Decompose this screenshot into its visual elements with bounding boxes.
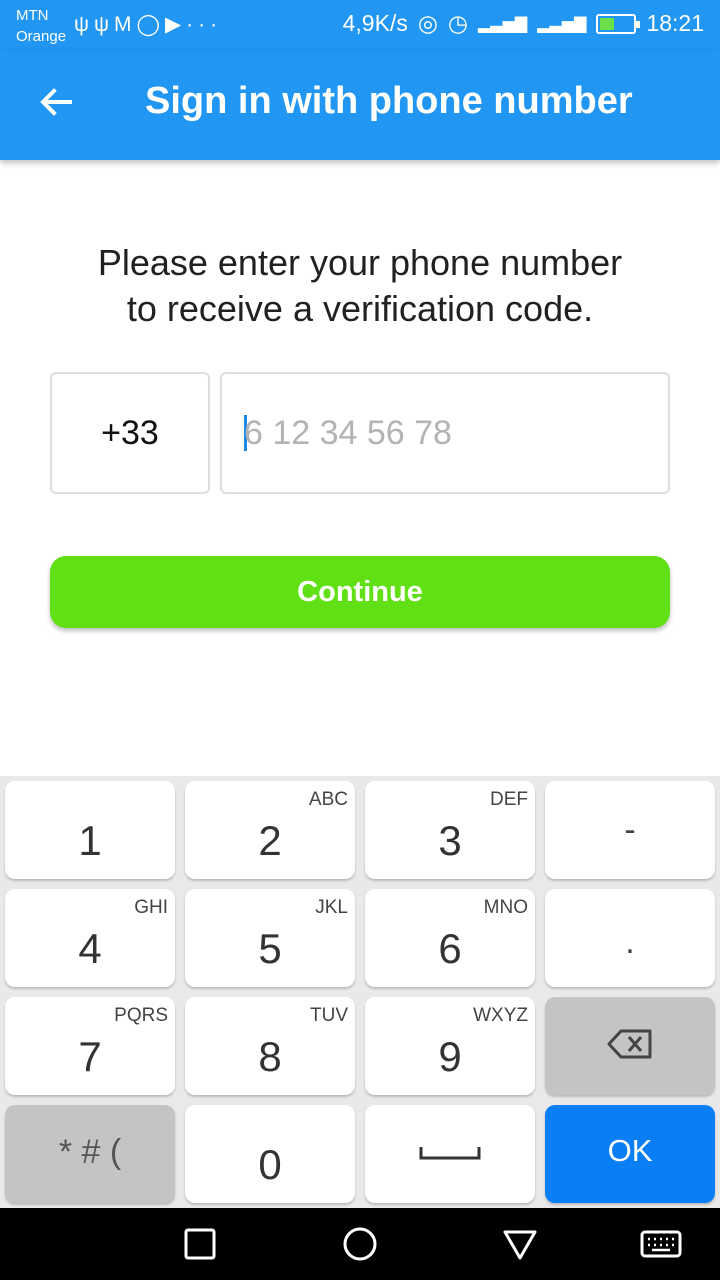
phone-number-input[interactable] [244, 413, 644, 453]
status-right: 4,9K/s ◎ ◷ ▂▃▅▇ ▂▃▅▇ 18:21 [343, 10, 704, 37]
whatsapp-icon: ◯ [136, 13, 165, 36]
phone-number-field[interactable] [220, 372, 670, 494]
notification-icons: ψψM◯▶··· [74, 12, 222, 37]
instruction-line-1: Please enter your phone number [97, 242, 623, 283]
continue-button[interactable]: Continue [50, 556, 670, 628]
key-0[interactable]: 0 [185, 1105, 355, 1203]
usb-icon: ψ [74, 13, 94, 36]
country-code-field[interactable]: +33 [50, 372, 210, 494]
carrier-name-2: Orange [16, 28, 67, 45]
home-circle-icon[interactable] [342, 1226, 378, 1262]
key-1[interactable]: 1 [5, 781, 175, 879]
space-bar-icon [419, 1147, 481, 1160]
key-7[interactable]: PQRS 7 [5, 997, 175, 1095]
hotspot-icon: ◎ [417, 10, 438, 36]
recents-square-icon[interactable] [182, 1226, 218, 1262]
usb-icon: ψ [93, 13, 114, 36]
system-nav-bar [0, 1208, 720, 1280]
carrier-info: MTN Orange [16, 5, 66, 47]
app-bar: Sign in with phone number [0, 50, 720, 160]
instruction-text: Please enter your phone number to receiv… [40, 240, 680, 332]
carrier-name-1: MTN [16, 7, 49, 24]
key-9[interactable]: WXYZ 9 [365, 997, 535, 1095]
numeric-keyboard: 1 ABC 2 DEF 3 - GHI 4 JKL 5 MNO 6 . PQRS… [0, 776, 720, 1208]
gmail-icon: M [113, 13, 137, 36]
key-2[interactable]: ABC 2 [185, 781, 355, 879]
key-4[interactable]: GHI 4 [5, 889, 175, 987]
clock: 18:21 [646, 10, 704, 36]
backspace-key[interactable] [545, 997, 715, 1095]
key-5[interactable]: JKL 5 [185, 889, 355, 987]
youtube-icon: ▶ [164, 13, 187, 36]
instruction-line-2: to receive a verification code. [126, 288, 594, 329]
space-key[interactable] [365, 1105, 535, 1203]
status-bar: MTN Orange ψψM◯▶··· 4,9K/s ◎ ◷ ▂▃▅▇ ▂▃▅▇… [0, 0, 720, 50]
ok-key[interactable]: OK [545, 1105, 715, 1203]
arrow-left-icon[interactable] [36, 82, 76, 122]
signal-icon: ▂▃▅▇ [478, 15, 528, 33]
key-3[interactable]: DEF 3 [365, 781, 535, 879]
symbols-key[interactable]: * # ( [5, 1105, 175, 1203]
key-dash[interactable]: - [545, 781, 715, 879]
more-icon: ··· [186, 13, 223, 36]
continue-label: Continue [297, 575, 423, 608]
backspace-icon [607, 1029, 652, 1059]
alarm-icon: ◷ [447, 10, 468, 36]
key-6[interactable]: MNO 6 [365, 889, 535, 987]
back-triangle-icon[interactable] [502, 1226, 538, 1262]
signal-4g-icon: ▂▃▅▇ [537, 15, 587, 33]
key-8[interactable]: TUV 8 [185, 997, 355, 1095]
country-code-value: +33 [101, 413, 159, 452]
key-dot[interactable]: . [545, 889, 715, 987]
keyboard-icon[interactable] [640, 1226, 682, 1262]
page-title: Sign in with phone number [145, 80, 633, 122]
battery-charging-icon [596, 13, 641, 34]
net-speed: 4,9K/s [342, 10, 408, 36]
